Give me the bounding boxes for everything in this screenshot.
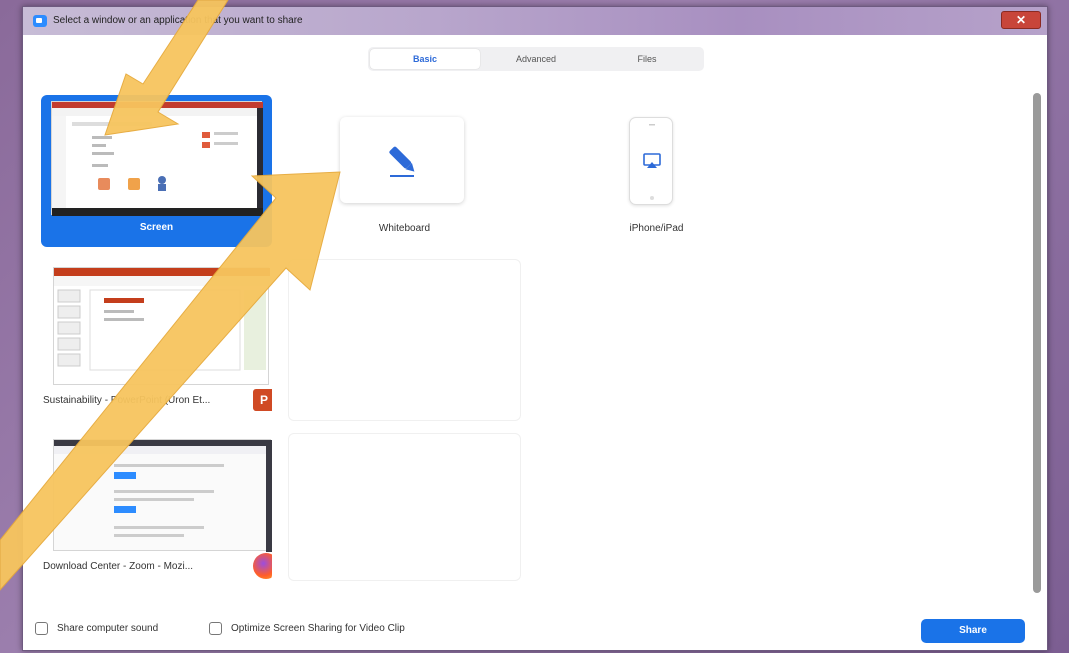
share-sound-checkbox[interactable] <box>35 622 48 635</box>
phone-illustration <box>629 117 673 205</box>
window-title: Select a window or an application that y… <box>53 15 303 26</box>
whiteboard-label: Whiteboard <box>378 223 431 234</box>
powerpoint-window-label: Sustainability - PowerPoint (Uron Et... <box>43 395 211 406</box>
screen-preview-image <box>52 102 263 216</box>
tab-files[interactable]: Files <box>592 49 702 69</box>
powerpoint-icon: P <box>253 389 272 411</box>
title-bar[interactable]: Select a window or an application that y… <box>23 7 1047 35</box>
share-button[interactable]: Share <box>921 619 1025 643</box>
pencil-icon <box>389 146 415 177</box>
firefox-icon <box>253 553 272 579</box>
iphone-ipad-label: iPhone/iPad <box>629 223 684 234</box>
share-tabs: Basic Advanced Files <box>368 47 704 71</box>
optimize-video-label: Optimize Screen Sharing for Video Clip <box>231 623 405 634</box>
screen-thumbnail <box>51 101 263 216</box>
airplay-icon <box>643 124 661 200</box>
dialog-footer: Share computer sound Optimize Screen Sha… <box>23 614 1047 650</box>
whiteboard-tile <box>340 117 464 203</box>
optimize-video-checkbox[interactable] <box>209 622 222 635</box>
scrollbar[interactable] <box>1033 93 1041 593</box>
share-sound-label: Share computer sound <box>57 623 159 634</box>
share-option-iphone-ipad[interactable]: iPhone/iPad <box>540 95 773 265</box>
empty-slot <box>288 259 521 421</box>
firefox-window-label: Download Center - Zoom - Mozi... <box>43 561 194 572</box>
share-source-firefox[interactable]: Download Center - Zoom - Mozi... <box>41 433 272 581</box>
share-source-powerpoint[interactable]: Sustainability - PowerPoint (Uron Et... … <box>41 259 272 421</box>
screen-label: Screen <box>139 222 174 233</box>
share-screen-dialog: Select a window or an application that y… <box>22 6 1048 651</box>
tab-basic[interactable]: Basic <box>370 49 480 69</box>
powerpoint-thumbnail <box>53 267 270 385</box>
zoom-app-icon <box>33 15 47 27</box>
tab-advanced[interactable]: Advanced <box>481 49 591 69</box>
share-source-screen[interactable]: Screen <box>41 95 272 247</box>
powerpoint-preview-image <box>54 268 270 371</box>
firefox-preview-image <box>54 440 272 552</box>
share-option-whiteboard[interactable]: Whiteboard <box>288 95 521 247</box>
close-button[interactable]: ✕ <box>1001 11 1041 29</box>
empty-slot <box>288 433 521 581</box>
firefox-thumbnail <box>53 439 272 552</box>
